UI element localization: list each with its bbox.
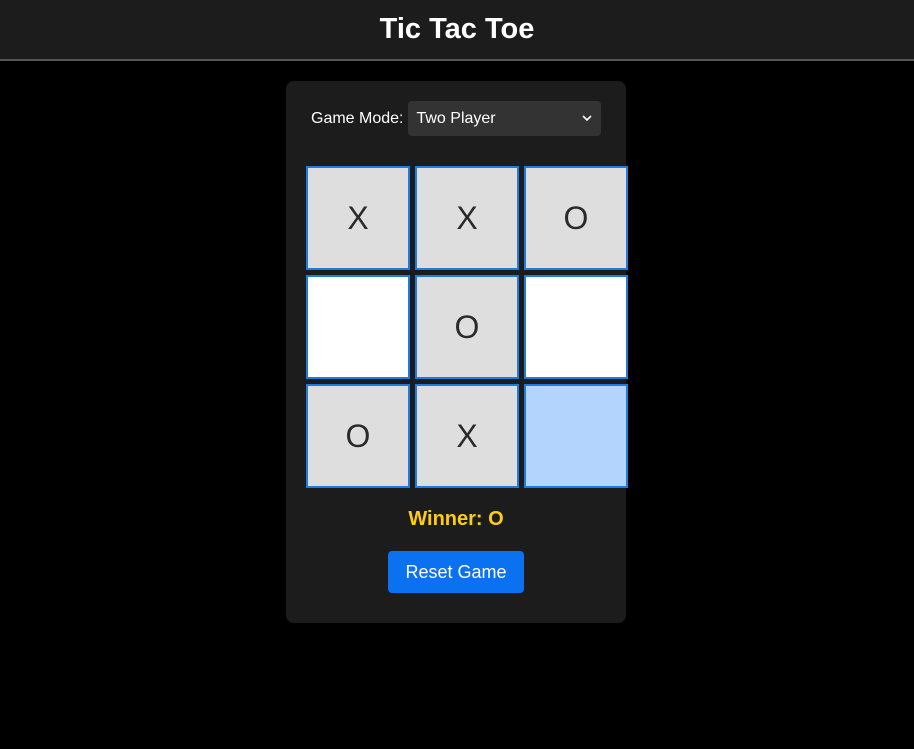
board-cell-6[interactable] [524,275,628,379]
board-cell-3[interactable]: O [524,166,628,270]
game-panel: Game Mode: Two Player X X O O O X Winner… [286,81,628,623]
game-mode-label: Game Mode: [311,109,404,127]
reset-game-button[interactable]: Reset Game [388,551,524,593]
game-mode-selected-value: Two Player [416,109,496,127]
board-cell-2[interactable]: X [415,166,519,270]
board-cell-4[interactable] [306,275,410,379]
board-cell-5[interactable]: O [415,275,519,379]
winner-status: Winner: O [408,508,504,530]
game-mode-row: Game Mode: Two Player [311,101,602,136]
board-cell-1[interactable]: X [306,166,410,270]
game-board: X X O O O X [306,166,628,488]
page-title: Tic Tac Toe [379,13,535,45]
chevron-down-icon [581,113,593,125]
game-mode-select[interactable]: Two Player [408,101,602,136]
board-cell-9[interactable] [524,384,628,488]
board-cell-7[interactable]: O [306,384,410,488]
app-header: Tic Tac Toe [0,0,914,61]
board-cell-8[interactable]: X [415,384,519,488]
